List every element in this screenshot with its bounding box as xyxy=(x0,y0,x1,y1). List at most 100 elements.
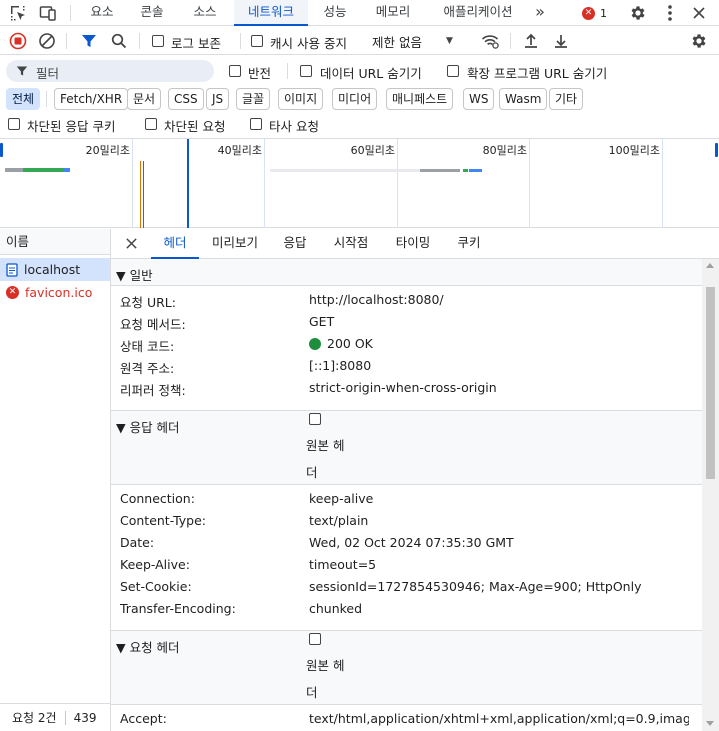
request-row-favicon[interactable]: ✕ favicon.ico xyxy=(0,281,110,304)
type-chip-manifest[interactable]: 매니페스트 xyxy=(386,88,454,110)
hide-extension-urls-checkbox[interactable] xyxy=(447,65,459,77)
response-headers-title: ▼ 응답 헤더 xyxy=(116,420,180,435)
header-key: Content-Type: xyxy=(120,513,206,528)
overview-right-handle[interactable] xyxy=(715,143,718,157)
overview-tick-label: 20밀리초 xyxy=(85,144,130,157)
network-conditions-icon[interactable] xyxy=(480,31,500,51)
transferred-size: 439 xyxy=(73,710,97,725)
scrollbar-thumb[interactable] xyxy=(706,287,715,479)
gridline xyxy=(264,139,265,228)
tab-console[interactable]: 콘솔 xyxy=(130,0,174,26)
filter-input-box[interactable]: 필터 xyxy=(6,60,214,82)
gridline xyxy=(662,139,663,228)
close-devtools-icon[interactable] xyxy=(689,3,709,23)
divider xyxy=(66,33,67,49)
hide-data-urls-checkbox[interactable] xyxy=(300,65,312,77)
throttling-select[interactable]: 제한 없음 ▼ xyxy=(372,33,460,50)
type-chip-fetch-xhr[interactable]: Fetch/XHR xyxy=(54,88,129,110)
divider xyxy=(70,5,71,21)
type-chip-img[interactable]: 이미지 xyxy=(278,88,324,110)
filter-funnel-icon[interactable] xyxy=(79,31,99,51)
type-chip-other[interactable]: 기타 xyxy=(549,88,584,110)
divider xyxy=(46,91,47,107)
header-value: Wed, 02 Oct 2024 07:35:30 GMT xyxy=(309,535,514,550)
network-overview-timeline[interactable]: 20밀리초 40밀리초 60밀리초 80밀리초 100밀리초 xyxy=(0,138,719,228)
type-chip-wasm[interactable]: Wasm xyxy=(499,88,548,110)
invert-checkbox[interactable] xyxy=(229,65,241,77)
type-chip-media[interactable]: 미디어 xyxy=(332,88,378,110)
name-column-header[interactable]: 이름 xyxy=(0,229,110,255)
divider xyxy=(64,710,66,725)
tab-timing[interactable]: 타이밍 xyxy=(389,229,437,259)
gridline xyxy=(132,139,133,228)
tab-performance[interactable]: 성능 xyxy=(313,0,357,26)
overview-tick-label: 60밀리초 xyxy=(350,144,395,157)
tab-preview[interactable]: 미리보기 xyxy=(205,229,265,259)
document-icon xyxy=(6,262,18,277)
tab-application[interactable]: 애플리케이션 xyxy=(432,0,524,26)
request-name: favicon.ico xyxy=(25,285,93,300)
general-section-header[interactable]: ▼ 일반 xyxy=(111,259,702,286)
devtools-tab-strip: 요소 콘솔 소스 네트워크 성능 메모리 애플리케이션 » ✕ 1 xyxy=(0,0,719,26)
header-key: 요청 URL: xyxy=(120,295,176,310)
request-row-localhost[interactable]: localhost xyxy=(0,258,110,281)
request-headers-section-header[interactable]: ▼ 요청 헤더 원본 헤 더 xyxy=(111,630,702,705)
tab-sources[interactable]: 소스 xyxy=(183,0,227,26)
type-chip-css[interactable]: CSS xyxy=(168,88,204,110)
tab-headers[interactable]: 헤더 xyxy=(151,229,199,259)
details-scrollbar[interactable] xyxy=(702,259,719,731)
header-key: Accept: xyxy=(120,711,167,726)
header-key: Transfer-Encoding: xyxy=(120,601,236,616)
request-count: 요청 2건 xyxy=(12,711,57,725)
type-chip-ws[interactable]: WS xyxy=(463,88,495,110)
raw-headers-label-wrap: 더 xyxy=(306,685,318,700)
load-event-line xyxy=(143,161,144,228)
response-headers-section-header[interactable]: ▼ 응답 헤더 원본 헤 더 xyxy=(111,410,702,485)
overview-left-handle[interactable] xyxy=(0,143,3,157)
type-chip-all[interactable]: 전체 xyxy=(6,88,41,110)
tab-response[interactable]: 응답 xyxy=(277,229,313,259)
export-har-download-icon[interactable] xyxy=(551,31,571,51)
type-chip-doc[interactable]: 문서 xyxy=(127,88,162,110)
more-tabs-button[interactable]: » xyxy=(528,0,552,26)
blocked-requests-checkbox[interactable] xyxy=(145,118,157,130)
blocked-response-cookies-checkbox[interactable] xyxy=(8,118,20,130)
raw-headers-checkbox[interactable] xyxy=(309,633,321,645)
header-value: keep-alive xyxy=(309,491,374,506)
preserve-log-checkbox[interactable] xyxy=(152,35,164,47)
tab-network[interactable]: 네트워크 xyxy=(234,0,308,26)
raw-headers-checkbox[interactable] xyxy=(309,413,321,425)
hide-data-urls-label: 데이터 URL 숨기기 xyxy=(320,66,422,81)
divider xyxy=(287,63,288,79)
scroll-up-arrow-icon[interactable] xyxy=(706,263,714,268)
tab-memory[interactable]: 메모리 xyxy=(366,0,420,26)
header-key: 리퍼러 정책: xyxy=(120,383,186,398)
status-ok-dot-icon xyxy=(309,337,321,350)
header-value: chunked xyxy=(309,601,363,616)
clear-icon[interactable] xyxy=(37,31,57,51)
inspect-element-icon[interactable] xyxy=(8,3,28,23)
disable-cache-checkbox[interactable] xyxy=(251,35,263,47)
device-toolbar-icon[interactable] xyxy=(38,3,58,23)
header-value: strict-origin-when-cross-origin xyxy=(309,380,497,395)
type-chip-js[interactable]: JS xyxy=(206,88,230,110)
gridline xyxy=(397,139,398,228)
search-icon[interactable] xyxy=(109,31,129,51)
tab-elements[interactable]: 요소 xyxy=(80,0,124,26)
third-party-requests-checkbox[interactable] xyxy=(250,118,262,130)
error-icon: ✕ xyxy=(6,286,19,299)
stop-recording-icon[interactable] xyxy=(8,31,28,51)
network-settings-gear-icon[interactable] xyxy=(689,31,709,51)
type-chip-font[interactable]: 글꼴 xyxy=(236,88,271,110)
settings-gear-icon[interactable] xyxy=(628,3,648,23)
header-key: Connection: xyxy=(120,491,195,506)
import-har-upload-icon[interactable] xyxy=(521,31,541,51)
more-options-icon[interactable] xyxy=(660,3,680,23)
tab-initiator[interactable]: 시작점 xyxy=(327,229,375,259)
scroll-down-arrow-icon[interactable] xyxy=(706,721,714,726)
network-toolbar: 로그 보존 캐시 사용 중지 제한 없음 ▼ xyxy=(0,27,719,55)
tab-cookies[interactable]: 쿠키 xyxy=(451,229,487,259)
error-counter[interactable]: ✕ 1 xyxy=(582,5,607,21)
load-event-line xyxy=(140,161,141,228)
close-details-icon[interactable] xyxy=(125,237,138,250)
